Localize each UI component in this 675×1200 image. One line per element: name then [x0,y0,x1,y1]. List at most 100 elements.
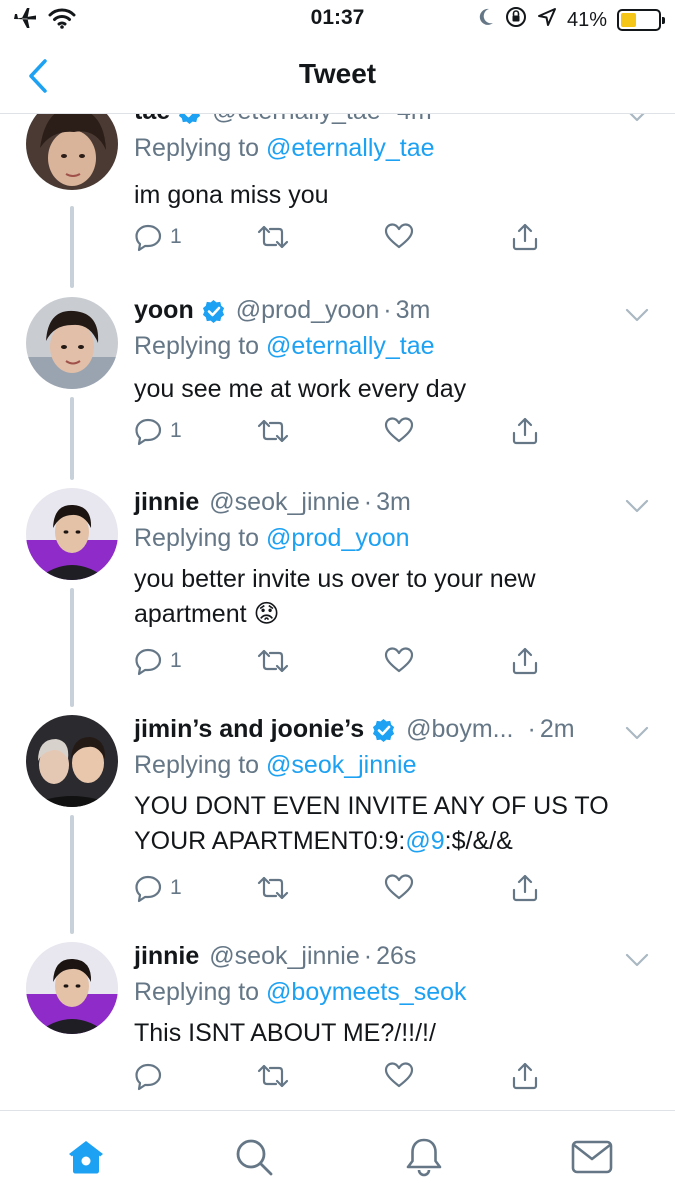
display-name[interactable]: yoon [134,296,194,325]
chevron-down-icon[interactable] [625,726,649,740]
replying-mention-link[interactable]: @eternally_tae [266,332,435,360]
reply-icon [135,875,162,903]
reply-icon [135,648,162,676]
tweet-actions: 1 [134,646,554,676]
home-icon [69,1141,103,1174]
reply-count: 1 [170,419,182,442]
replying-prefix: Replying to [134,751,260,779]
reply-button[interactable] [134,1061,170,1091]
tweet-time: 3m [376,488,411,516]
retweet-icon [257,1064,289,1088]
display-name[interactable]: tae [134,114,170,126]
tab-search[interactable] [232,1135,276,1179]
separator-dot: · [363,942,373,970]
verified-badge-icon [178,114,202,124]
tab-notifications[interactable] [402,1135,446,1179]
reply-button[interactable]: 1 [134,873,182,903]
tweet[interactable]: yoon @prod_yoon · 3m Replying to @eterna… [0,286,675,476]
display-name[interactable]: jinnie [134,488,199,517]
user-handle[interactable]: @seok_jinnie [209,942,359,971]
user-handle[interactable]: @seok_jinnie [209,488,359,517]
tweet-time: 3m [395,296,431,324]
reply-button[interactable]: 1 [134,646,182,676]
replying-prefix: Replying to [134,332,260,360]
tweet-text-part: :$/&/& [444,827,513,855]
like-button[interactable] [384,873,414,901]
retweet-button[interactable] [256,873,290,903]
replying-to: Replying to @eternally_tae [134,332,435,361]
share-button[interactable] [510,222,540,252]
tweet-thread[interactable]: tae @eternally_tae · 4m Replying to @ete… [0,114,675,1110]
share-button[interactable] [510,1061,540,1091]
avatar[interactable] [26,942,118,1034]
tweet-actions: 1 [134,222,554,252]
page-title: Tweet [298,58,377,89]
display-name[interactable]: jimin’s and joonie’s [134,715,364,744]
share-icon [512,417,538,445]
reply-count: 1 [170,649,182,672]
tweet-actions [134,1061,554,1091]
like-button[interactable] [384,416,414,444]
replying-to: Replying to @boymeets_seok [134,978,467,1007]
display-name[interactable]: jinnie [134,942,199,971]
chevron-down-icon[interactable] [625,308,649,322]
replying-mention-link[interactable]: @boymeets_seok [266,978,466,1006]
reply-icon [135,224,162,252]
avatar[interactable] [26,297,118,389]
chevron-down-icon[interactable] [625,953,649,967]
user-handle[interactable]: @eternally_tae [212,114,381,126]
notifications-icon [406,1138,442,1177]
like-button[interactable] [384,1061,414,1089]
tweet[interactable]: jinnie @seok_jinnie · 26s Replying to @b… [0,931,675,1110]
avatar[interactable] [26,715,118,807]
replying-mention-link[interactable]: @eternally_tae [266,134,435,162]
chevron-down-icon[interactable] [625,114,649,122]
retweet-button[interactable] [256,416,290,446]
tweet-text-part: YOU DONT EVEN INVITE ANY OF US TO YOUR A… [134,792,609,855]
separator-dot: · [385,114,393,126]
tweet[interactable]: jinnie @seok_jinnie · 3m Replying to @pr… [0,477,675,703]
avatar[interactable] [26,488,118,580]
reply-button[interactable]: 1 [134,222,182,252]
share-button[interactable] [510,416,540,446]
moon-icon [477,7,495,33]
replying-to: Replying to @seok_jinnie [134,751,417,780]
replying-mention-link[interactable]: @prod_yoon [266,524,410,552]
battery-level-fill [621,13,636,27]
heart-icon [384,223,414,249]
reply-count: 1 [170,225,182,248]
tweet-actions: 1 [134,416,554,446]
reply-count: 1 [170,876,182,899]
user-handle[interactable]: @boym... [406,715,513,744]
user-handle[interactable]: @prod_yoon [236,296,380,325]
like-button[interactable] [384,646,414,674]
battery-icon [617,9,665,31]
share-icon [512,223,538,251]
reply-button[interactable]: 1 [134,416,182,446]
replying-prefix: Replying to [134,134,260,162]
separator-dot: · [363,488,373,516]
retweet-button[interactable] [256,646,290,676]
tab-home[interactable] [64,1135,108,1179]
retweet-icon [257,649,289,673]
retweet-icon [257,876,289,900]
replying-prefix: Replying to [134,524,260,552]
retweet-button[interactable] [256,1061,290,1091]
mention-link[interactable]: @9 [405,827,444,855]
tab-bar [0,1110,675,1200]
heart-icon [384,647,414,673]
chevron-down-icon[interactable] [625,499,649,513]
rotation-lock-icon [505,6,527,34]
tweet[interactable]: tae @eternally_tae · 4m Replying to @ete… [0,114,675,284]
tweet[interactable]: jimin’s and joonie’s @boym... · 2m Reply… [0,704,675,930]
separator-dot: · [383,296,392,324]
tab-messages[interactable] [570,1135,614,1179]
share-button[interactable] [510,646,540,676]
like-button[interactable] [384,222,414,250]
avatar[interactable] [26,114,118,190]
tweet-time: 26s [376,942,417,970]
retweet-button[interactable] [256,222,290,252]
replying-mention-link[interactable]: @seok_jinnie [266,751,416,779]
reply-icon [135,418,162,446]
share-button[interactable] [510,873,540,903]
